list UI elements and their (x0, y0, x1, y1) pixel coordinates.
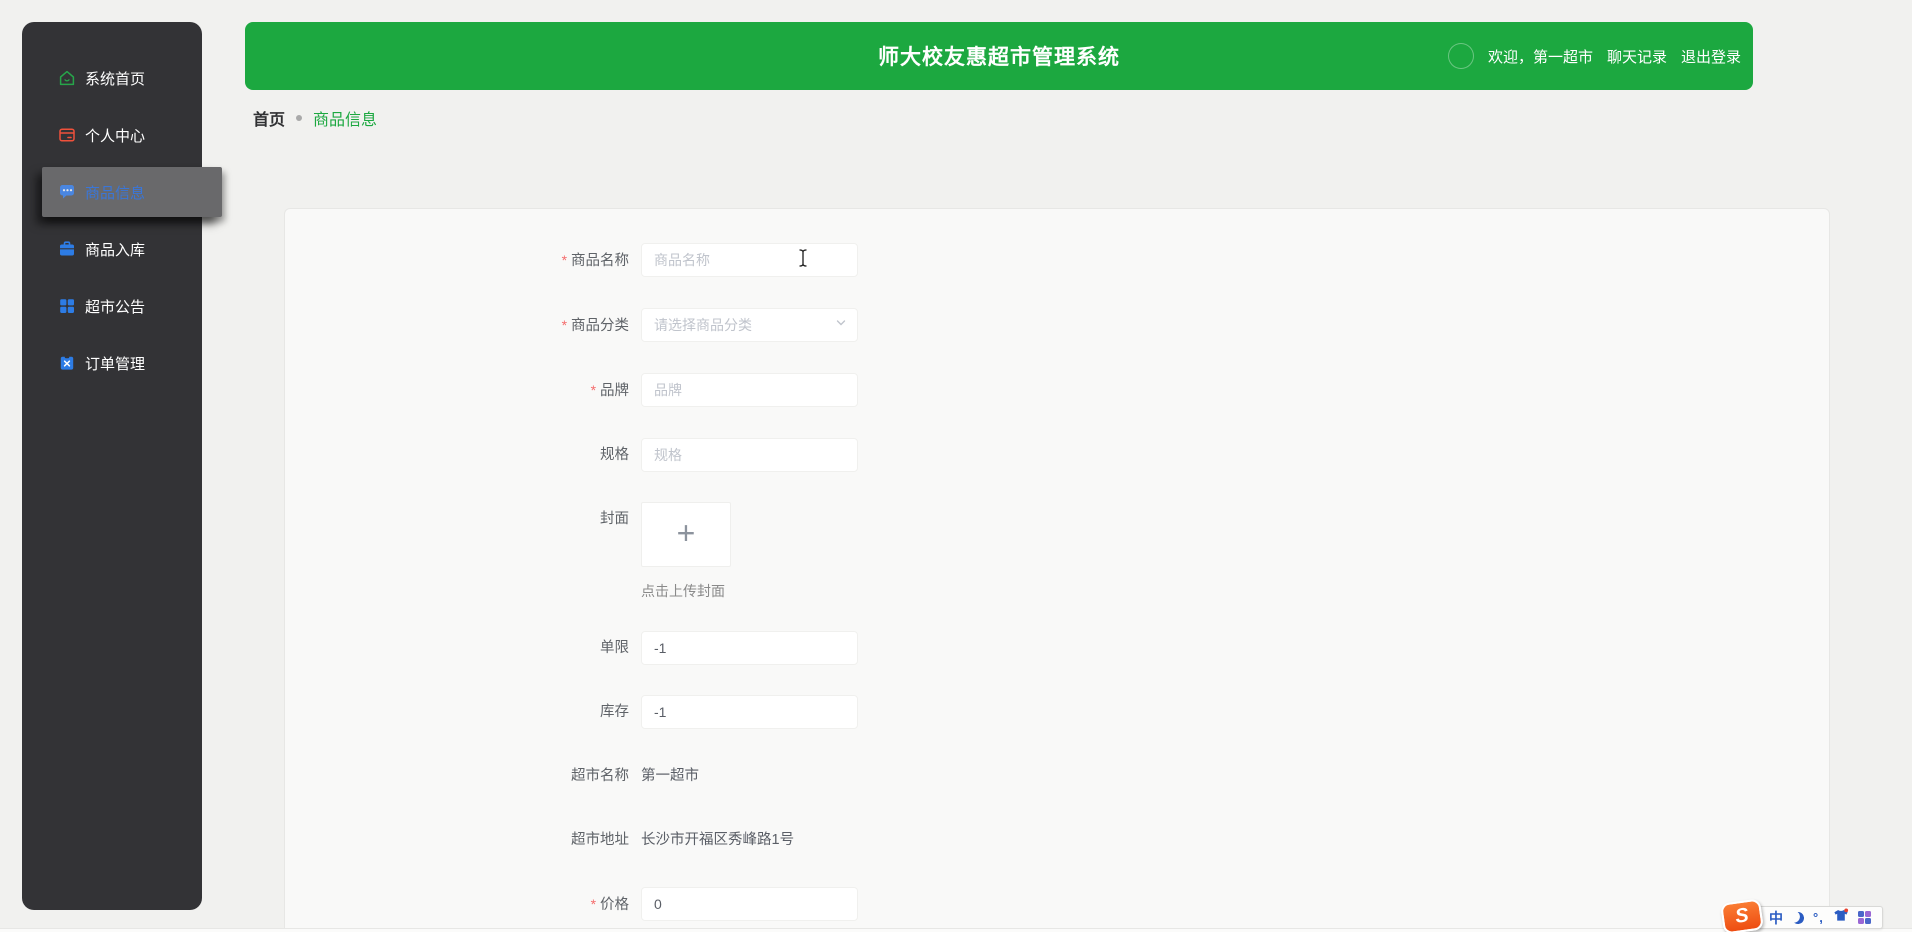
home-icon (58, 69, 76, 87)
limit-input[interactable] (641, 631, 858, 665)
avatar (1448, 43, 1474, 69)
page-title: 师大校友惠超市管理系统 (878, 46, 1120, 69)
sidebar-item-label: 个人中心 (85, 127, 146, 145)
ime-toolbox-icon[interactable] (1857, 911, 1871, 924)
supermarket-name-value: 第一超市 (641, 768, 699, 784)
form-row-supermarket-name: 超市名称 第一超市 (285, 759, 1829, 793)
sidebar-item-announcements[interactable]: 超市公告 (22, 286, 202, 326)
sidebar-item-label: 商品入库 (85, 241, 146, 259)
limit-label: 单限 (600, 640, 629, 656)
product-name-input[interactable] (641, 243, 858, 277)
grid-icon (58, 297, 76, 315)
text-cursor (797, 248, 809, 273)
form-row-brand: 品牌 (285, 373, 1829, 408)
form-row-spec: 规格 (285, 438, 1829, 472)
supermarket-address-value: 长沙市开福区秀峰路1号 (641, 832, 795, 848)
moon-icon[interactable] (1790, 910, 1805, 925)
sidebar-item-system-home[interactable]: 系统首页 (22, 58, 202, 98)
breadcrumb: 首页 商品信息 (253, 106, 377, 130)
stock-input[interactable] (641, 695, 858, 729)
welcome-text: 欢迎，第一超市 (1487, 48, 1593, 66)
shirt-skin-icon[interactable] (1833, 908, 1849, 927)
supermarket-name-label: 超市名称 (571, 768, 629, 784)
form-row-limit: 单限 (285, 631, 1829, 665)
breadcrumb-home[interactable]: 首页 (253, 106, 285, 130)
ime-toolbar: 中 °, (1756, 906, 1883, 929)
product-form-panel: 商品名称 商品分类 请选择商品分类 品牌 规格 封面 (284, 208, 1830, 932)
price-label: 价格 (285, 887, 629, 922)
category-label: 商品分类 (285, 308, 629, 343)
breadcrumb-current: 商品信息 (313, 112, 378, 129)
order-clipboard-icon (58, 354, 76, 372)
category-select[interactable]: 请选择商品分类 (641, 308, 858, 342)
ime-chinese-mode-button[interactable]: 中 (1769, 911, 1783, 925)
form-row-product-name: 商品名称 (285, 243, 1829, 278)
bottom-edge-strip (0, 928, 1912, 932)
sogou-logo-icon[interactable]: S (1720, 898, 1764, 932)
product-name-label: 商品名称 (285, 243, 629, 278)
supermarket-address-label: 超市地址 (571, 832, 629, 848)
user-area: 欢迎，第一超市 聊天记录 退出登录 (1448, 22, 1741, 90)
form-row-price: 价格 (285, 887, 1829, 922)
chat-history-link[interactable]: 聊天记录 (1607, 46, 1667, 67)
brand-label: 品牌 (285, 373, 629, 408)
spec-label: 规格 (600, 447, 629, 463)
price-input[interactable] (641, 887, 858, 921)
breadcrumb-separator-dot (296, 115, 303, 121)
briefcase-icon (58, 240, 76, 258)
sidebar-item-label: 商品信息 (85, 184, 146, 202)
chevron-down-icon (835, 316, 847, 334)
sidebar-item-label: 系统首页 (85, 70, 146, 88)
form-row-stock: 库存 (285, 695, 1829, 729)
category-select-placeholder: 请选择商品分类 (654, 317, 752, 333)
cover-upload-box plus-icon[interactable] (641, 502, 731, 567)
sidebar-item-label: 超市公告 (85, 298, 146, 316)
ime-punctuation-button[interactable]: °, (1813, 911, 1824, 924)
logout-link[interactable]: 退出登录 (1681, 46, 1741, 67)
sidebar: 系统首页 个人中心 商品信息 商品入库 超市公告 订单管理 (22, 22, 222, 910)
form-row-cover: 封面 点击上传封面 (285, 502, 1829, 601)
cover-upload-tip: 点击上传封面 (641, 583, 725, 599)
id-card-icon (58, 126, 76, 144)
form-row-category: 商品分类 请选择商品分类 (285, 308, 1829, 343)
sidebar-item-label: 订单管理 (85, 355, 146, 373)
brand-input[interactable] (641, 373, 858, 407)
sidebar-item-personal-center[interactable]: 个人中心 (22, 115, 202, 155)
sidebar-item-product-storage[interactable]: 商品入库 (22, 229, 202, 269)
sidebar-item-product-info[interactable]: 商品信息 (42, 167, 222, 217)
cover-label: 封面 (600, 511, 629, 527)
top-header-bar: 师大校友惠超市管理系统 欢迎，第一超市 聊天记录 退出登录 (245, 22, 1753, 90)
stock-label: 库存 (600, 704, 629, 720)
chat-bubble-icon (58, 183, 76, 201)
sidebar-item-order-management[interactable]: 订单管理 (22, 343, 202, 383)
spec-input[interactable] (641, 438, 858, 472)
form-row-supermarket-address: 超市地址 长沙市开福区秀峰路1号 (285, 823, 1829, 857)
